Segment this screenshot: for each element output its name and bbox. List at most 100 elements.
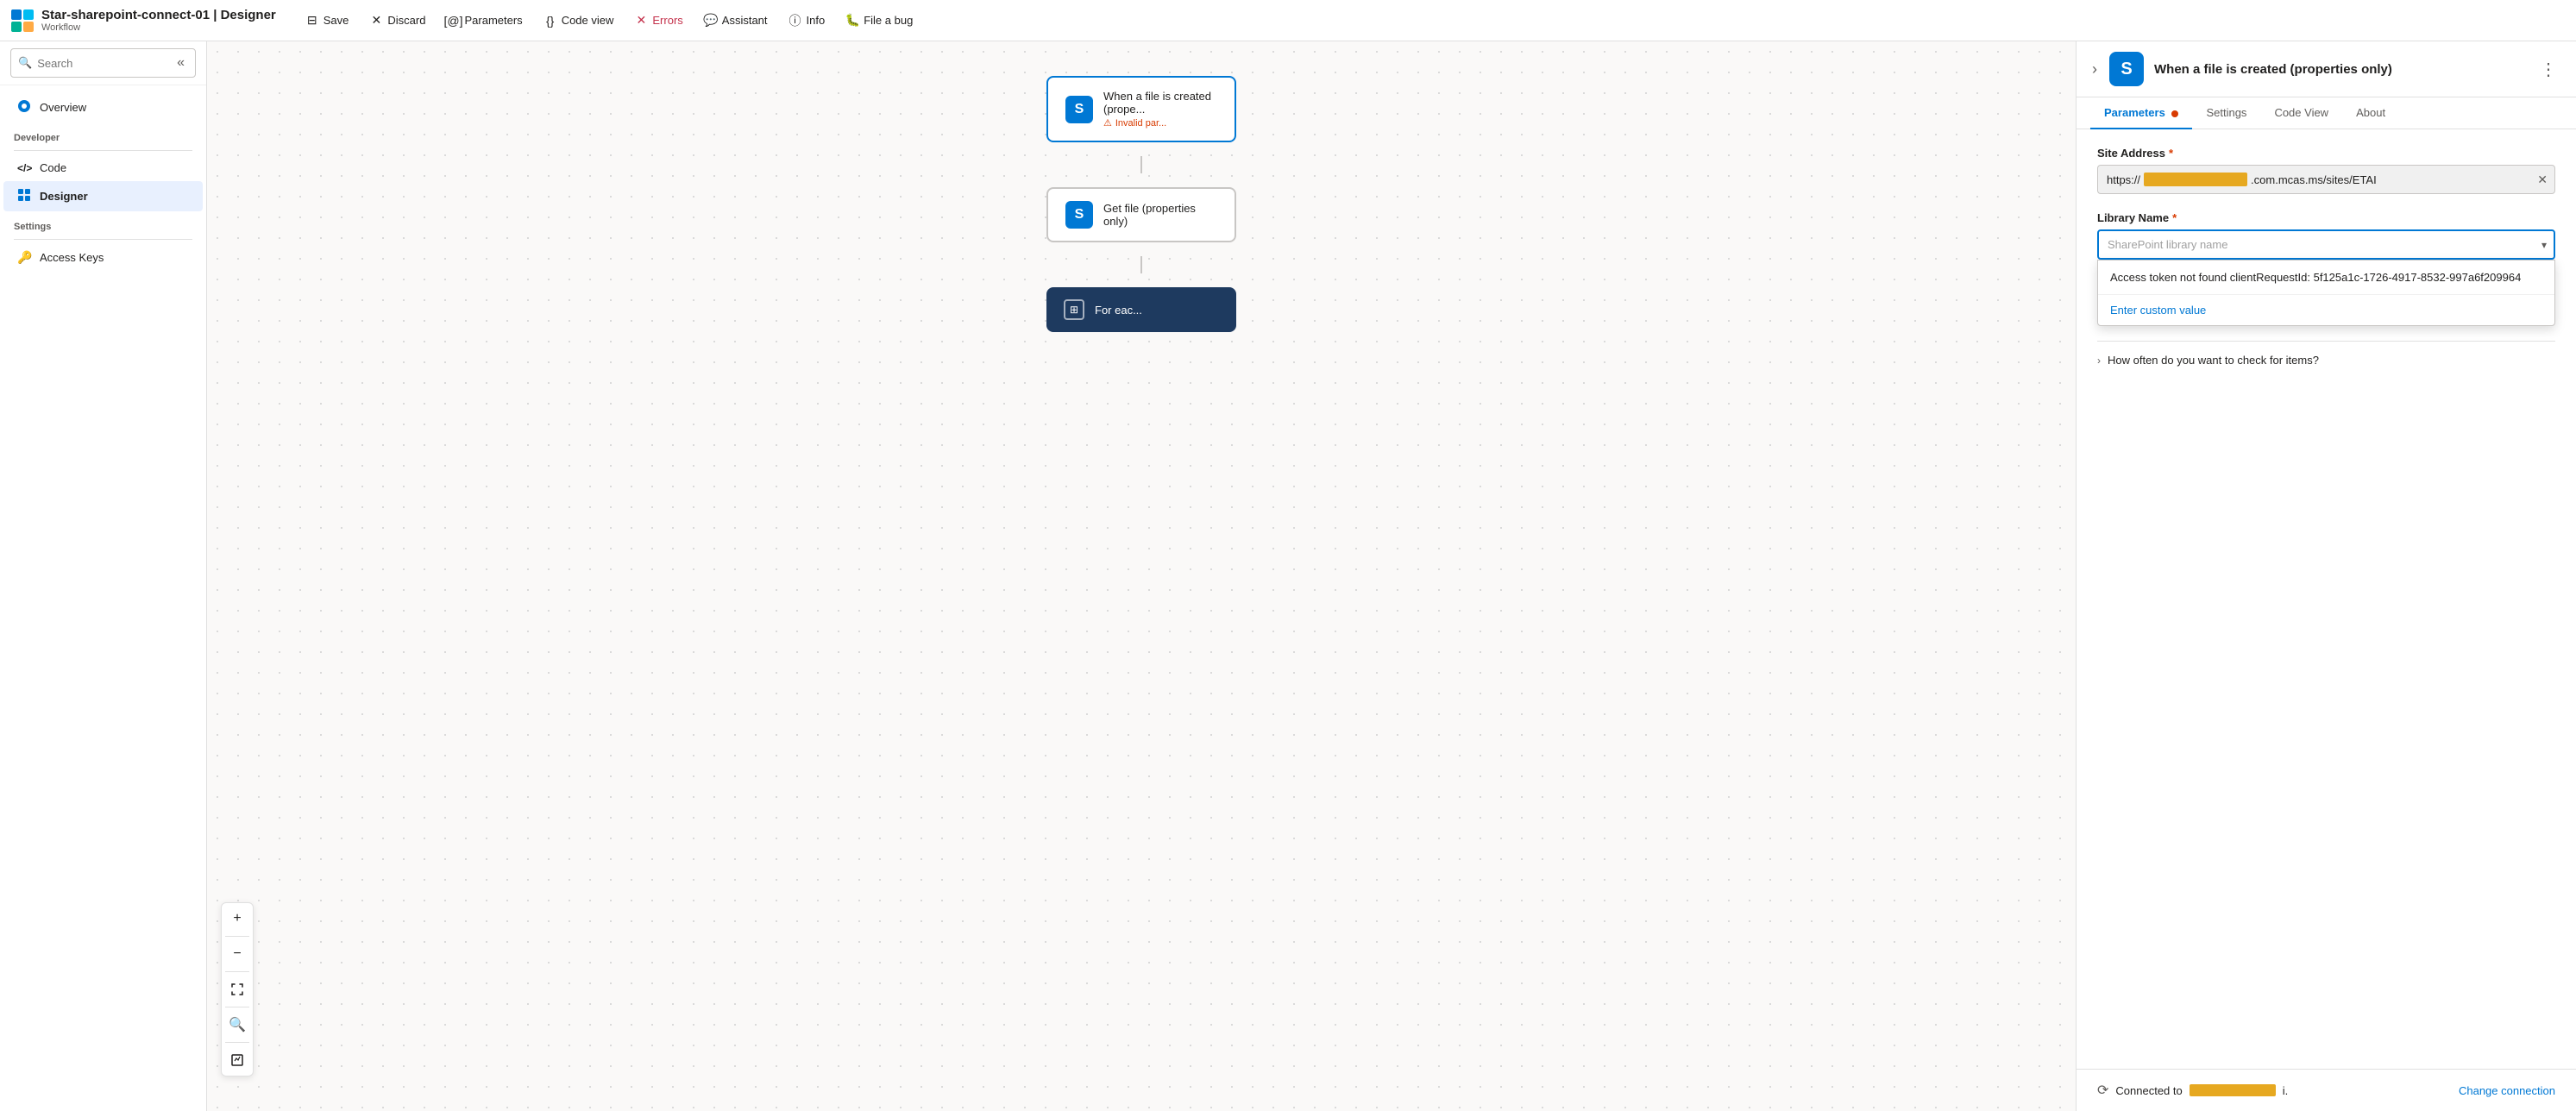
code-view-button[interactable]: {} Code view: [535, 9, 623, 32]
zoom-out-button[interactable]: −: [225, 942, 249, 966]
for-each-label: For eac...: [1095, 304, 1142, 317]
for-each-node[interactable]: ⊞ For eac...: [1046, 287, 1236, 332]
file-bug-button[interactable]: 🐛 File a bug: [837, 9, 921, 32]
connection-suffix: i.: [2283, 1084, 2289, 1097]
change-connection-button[interactable]: Change connection: [2459, 1084, 2555, 1097]
warning-icon: ⚠: [1103, 117, 1112, 129]
minimap-icon: [231, 1054, 243, 1066]
get-file-node-icon: S: [1065, 201, 1093, 229]
sidebar: 🔍 « Overview Developer </> Code: [0, 41, 207, 1111]
panel-collapse-button[interactable]: ›: [2090, 59, 2099, 80]
discard-label: Discard: [387, 14, 425, 27]
errors-button[interactable]: ✕ Errors: [625, 9, 691, 32]
discard-icon: ✕: [369, 14, 383, 28]
info-button[interactable]: ⓘ Info: [780, 9, 834, 32]
top-header: Star-sharepoint-connect-01 | Designer Wo…: [0, 0, 2576, 41]
library-name-dropdown[interactable]: SharePoint library name: [2097, 229, 2555, 260]
fit-view-button[interactable]: [225, 977, 249, 1001]
parameters-icon: [@]: [446, 14, 460, 28]
warning-text: Invalid par...: [1115, 118, 1166, 129]
site-address-field-group: Site Address * https:// .com.mcas.ms/sit…: [2097, 147, 2555, 194]
library-name-placeholder: SharePoint library name: [2108, 238, 2227, 251]
assistant-button[interactable]: 💬 Assistant: [695, 9, 776, 32]
zoom-controls: + − 🔍: [221, 902, 254, 1076]
errors-icon: ✕: [634, 14, 648, 28]
zoom-in-button[interactable]: +: [225, 907, 249, 931]
minimap-button[interactable]: [225, 1048, 249, 1072]
connection-info: ⟳ Connected to i.: [2097, 1082, 2288, 1099]
library-name-dropdown-menu: Access token not found clientRequestId: …: [2097, 260, 2555, 326]
tab-about-label: About: [2356, 106, 2385, 119]
zoom-divider-1: [225, 936, 249, 937]
parameters-button[interactable]: [@] Parameters: [437, 9, 531, 32]
sidebar-item-overview[interactable]: Overview: [3, 92, 203, 122]
toolbar: ⊟ Save ✕ Discard [@] Parameters {} Code …: [297, 9, 922, 32]
connection-redacted: [2190, 1084, 2276, 1096]
connected-to-label: Connected to: [2115, 1084, 2182, 1097]
developer-divider: [14, 150, 192, 151]
app-logo-icon: [10, 9, 35, 33]
tab-code-view[interactable]: Code View: [2260, 97, 2342, 129]
overview-icon: [17, 99, 31, 116]
collapse-sidebar-button[interactable]: «: [173, 53, 188, 72]
site-address-value: https:// .com.mcas.ms/sites/ETAI ✕: [2097, 165, 2555, 194]
trigger-node-icon: S: [1065, 96, 1093, 123]
dropdown-enter-custom-value[interactable]: Enter custom value: [2098, 295, 2554, 325]
library-name-field-group: Library Name * SharePoint library name ▾…: [2097, 211, 2555, 260]
sidebar-item-designer[interactable]: Designer: [3, 181, 203, 211]
save-icon: ⊟: [305, 14, 319, 28]
code-icon: </>: [17, 162, 31, 174]
trigger-node-warning: ⚠ Invalid par...: [1103, 117, 1211, 129]
sidebar-item-code[interactable]: </> Code: [3, 154, 203, 181]
search-canvas-button[interactable]: 🔍: [225, 1013, 249, 1037]
panel-more-button[interactable]: ⋮: [2535, 57, 2562, 82]
app-subtitle: Workflow: [41, 22, 276, 33]
canvas-content: S When a file is created(prope... ⚠ Inva…: [207, 41, 2076, 1111]
tab-parameters-label: Parameters: [2104, 106, 2165, 119]
site-address-input-wrapper: https:// .com.mcas.ms/sites/ETAI ✕: [2097, 165, 2555, 194]
get-file-node-label: Get file (propertiesonly): [1103, 202, 1196, 228]
site-address-clear-button[interactable]: ✕: [2537, 173, 2548, 187]
site-address-redacted: [2144, 173, 2247, 186]
parameters-label: Parameters: [464, 14, 522, 27]
trigger-node-label: When a file is created(prope...: [1103, 90, 1211, 116]
designer-icon: [17, 188, 31, 204]
collapsible-header[interactable]: › How often do you want to check for ite…: [2097, 354, 2555, 367]
zoom-divider-2: [225, 971, 249, 972]
site-address-label: Site Address *: [2097, 147, 2555, 160]
right-panel: › S When a file is created (properties o…: [2076, 41, 2576, 1111]
save-button[interactable]: ⊟ Save: [297, 9, 358, 32]
tab-settings-label: Settings: [2206, 106, 2246, 119]
library-name-label: Library Name *: [2097, 211, 2555, 224]
sidebar-search-area: 🔍 «: [0, 41, 206, 85]
dropdown-error-message: Access token not found clientRequestId: …: [2098, 260, 2554, 295]
sidebar-item-overview-label: Overview: [40, 101, 86, 114]
zoom-divider-4: [225, 1042, 249, 1043]
tab-code-view-label: Code View: [2274, 106, 2328, 119]
tab-parameters[interactable]: Parameters: [2090, 97, 2192, 129]
tab-about[interactable]: About: [2342, 97, 2399, 129]
get-file-node[interactable]: S Get file (propertiesonly): [1046, 187, 1236, 242]
tab-settings[interactable]: Settings: [2192, 97, 2260, 129]
trigger-node[interactable]: S When a file is created(prope... ⚠ Inva…: [1046, 76, 1236, 142]
panel-header: › S When a file is created (properties o…: [2077, 41, 2576, 97]
for-each-icon: ⊞: [1064, 299, 1084, 320]
search-input[interactable]: [37, 57, 168, 70]
tab-parameters-dot: [2171, 110, 2178, 117]
collapsible-label: How often do you want to check for items…: [2108, 354, 2319, 367]
collapsible-expand-icon: ›: [2097, 355, 2101, 367]
canvas-area: S When a file is created(prope... ⚠ Inva…: [207, 41, 2076, 1111]
info-icon: ⓘ: [789, 14, 802, 28]
sidebar-item-access-keys[interactable]: 🔑 Access Keys: [3, 243, 203, 272]
save-label: Save: [324, 14, 349, 27]
settings-divider: [14, 239, 192, 240]
search-box: 🔍 «: [10, 48, 196, 78]
panel-footer: ⟳ Connected to i. Change connection: [2077, 1069, 2576, 1111]
collapsible-section: › How often do you want to check for ite…: [2097, 341, 2555, 379]
fit-view-icon: [231, 983, 243, 995]
trigger-node-content: When a file is created(prope... ⚠ Invali…: [1103, 90, 1211, 129]
site-address-prefix: https://: [2107, 173, 2140, 186]
code-view-icon: {}: [543, 14, 557, 28]
library-name-dropdown-wrapper: SharePoint library name ▾ Access token n…: [2097, 229, 2555, 260]
discard-button[interactable]: ✕ Discard: [361, 9, 434, 32]
